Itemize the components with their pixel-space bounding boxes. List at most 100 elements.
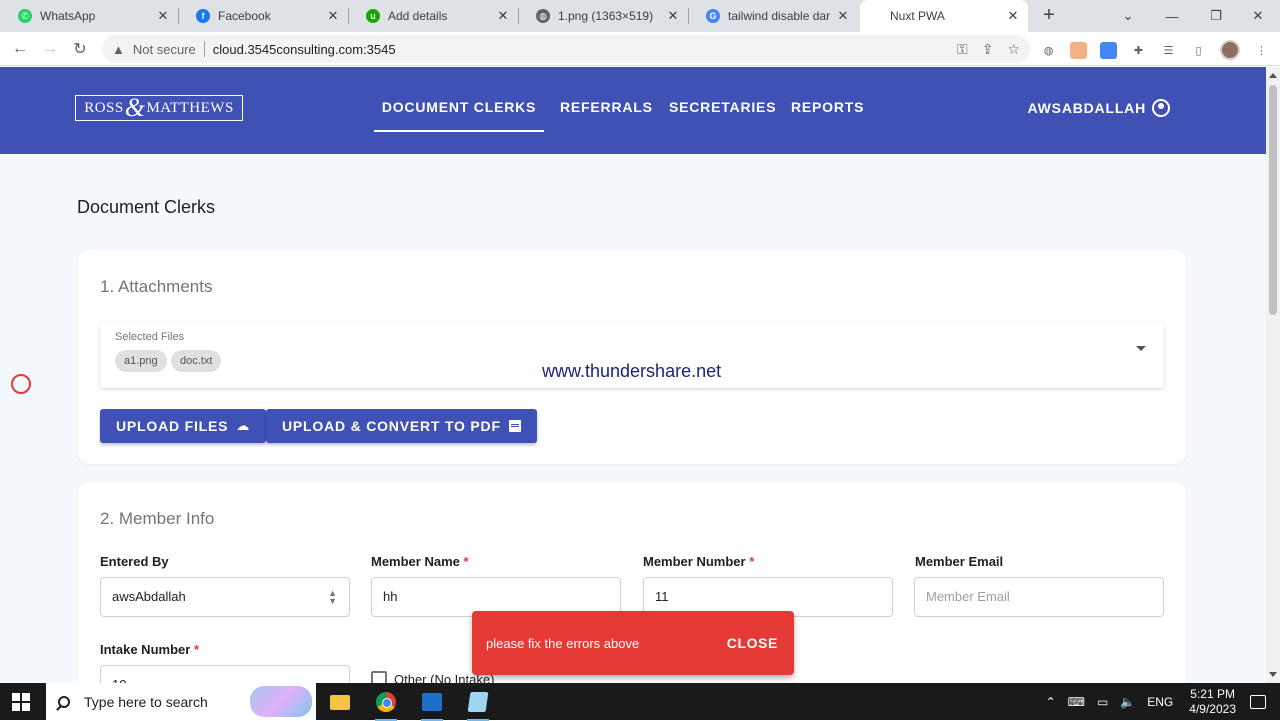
upload-convert-pdf-button[interactable]: UPLOAD & CONVERT TO PDF [266,409,537,443]
nav-document-clerks[interactable]: DOCUMENT CLERKS [374,99,544,132]
entered-by-label-text: Entered By [100,554,169,569]
entered-by-select[interactable]: awsAbdallah ▲ ▼ [100,577,350,617]
minimize-icon[interactable]: — [1150,0,1194,32]
tab-image[interactable]: ◍ 1.png (1363×519) ✕ [518,0,688,32]
share-icon[interactable]: ⇪ [982,41,994,58]
volume-icon[interactable]: 🔈 [1120,695,1135,709]
close-icon[interactable]: ✕ [666,8,680,24]
tab-title: 1.png (1363×519) [558,9,654,23]
taskbar-search-box[interactable]: Type here to search [46,683,316,720]
other-no-intake-checkbox[interactable] [371,671,387,683]
address-bar-actions: ⚿ ⇪ ☆ [957,41,1020,58]
close-icon[interactable]: ✕ [156,8,170,24]
window-close-icon[interactable]: ✕ [1236,0,1280,32]
app-header: ROSS & MATTHEWS DOCUMENT CLERKS REFERRAL… [0,67,1266,154]
windows-start-icon[interactable] [12,693,30,711]
close-icon[interactable]: ✕ [836,8,850,24]
tab-title: WhatsApp [40,9,96,23]
tab-whatsapp[interactable]: ✆ WhatsApp ✕ [0,0,178,32]
profile-avatar[interactable] [1220,40,1240,60]
scroll-up-arrow-icon[interactable] [1269,73,1277,78]
kebab-menu-icon[interactable]: ⋮ [1253,42,1270,59]
required-mark: * [193,642,199,657]
nav-referrals[interactable]: REFERRALS [560,99,653,132]
tray-chevron-up-icon[interactable]: ⌃ [1046,695,1056,709]
key-icon[interactable]: ⚿ [957,41,968,58]
reload-icon[interactable]: ↻ [69,38,91,60]
globe-icon: ◍ [536,9,550,23]
snackbar-close-button[interactable]: CLOSE [727,635,778,651]
taskbar-clock[interactable]: 5:21 PM 4/9/2023 [1189,687,1236,717]
pdf-icon [508,420,521,432]
upload-files-button[interactable]: UPLOAD FILES ☁ [100,409,267,443]
notepad-icon[interactable] [463,687,493,721]
security-label[interactable]: Not secure [133,42,196,57]
account-circle-icon [1152,99,1170,117]
address-bar[interactable]: ▲ Not secure cloud.3545consulting.com:35… [102,35,1030,63]
selected-files-label: Selected Files [115,331,185,343]
page-title: Document Clerks [77,197,216,217]
restore-icon[interactable]: ❐ [1194,0,1238,32]
reading-list-icon[interactable]: ☰ [1160,42,1177,59]
watermark-text: www.thundershare.net [542,361,722,381]
file-explorer-icon[interactable] [325,687,355,717]
member-email-input[interactable]: Member Email [914,577,1164,617]
new-tab-button[interactable]: + [1038,4,1060,26]
logo-ampersand: & [124,93,146,122]
close-icon[interactable]: ✕ [326,8,340,24]
globe-extension-icon[interactable]: ◍ [1040,42,1057,59]
ime-icon[interactable]: ⌨ [1068,695,1085,709]
tab-title: Nuxt PWA [890,9,945,23]
tab-nuxt-pwa[interactable]: Nuxt PWA ✕ [860,0,1028,32]
photos-icon[interactable] [417,687,447,721]
network-icon[interactable]: ▭ [1097,695,1108,709]
logo[interactable]: ROSS & MATTHEWS [75,95,243,121]
entered-by-label: Entered By [100,554,169,569]
dropdown-caret-icon[interactable] [1136,346,1146,351]
warning-icon[interactable]: ▲ [112,42,125,57]
back-arrow-icon[interactable]: ← [9,38,31,60]
system-tray: ⌃ ⌨ ▭ 🔈 ENG 5:21 PM 4/9/2023 [1040,683,1280,720]
nav-reports[interactable]: REPORTS [791,99,864,132]
tab-google-search[interactable]: G tailwind disable dark m ✕ [688,0,858,32]
chrome-icon[interactable] [371,687,401,721]
scroll-down-arrow-icon[interactable] [1269,672,1277,677]
required-mark: * [749,554,755,569]
upload-convert-label: UPLOAD & CONVERT TO PDF [282,418,501,434]
file-chip[interactable]: doc.txt [171,350,222,372]
page-viewport: ROSS & MATTHEWS DOCUMENT CLERKS REFERRAL… [0,67,1266,683]
tab-add-details[interactable]: u Add details ✕ [348,0,518,32]
url-text[interactable]: cloud.3545consulting.com:3545 [213,42,396,57]
cloud-upload-icon: ☁ [236,418,251,433]
click-indicator [11,374,31,394]
star-icon[interactable]: ☆ [1007,41,1020,58]
extension-icon[interactable] [1100,41,1117,59]
file-chip[interactable]: a1.png [115,350,167,372]
tab-facebook[interactable]: f Facebook ✕ [178,0,348,32]
puzzle-icon[interactable]: ✚ [1130,42,1147,59]
side-panel-icon[interactable]: ▯ [1190,42,1207,59]
search-icon [58,695,70,708]
windows-taskbar: Type here to search ⌃ ⌨ ▭ 🔈 ENG 5:21 PM … [0,683,1280,721]
user-menu[interactable]: AWSABDALLAH [1028,99,1170,117]
intake-number-input[interactable]: 10 [100,665,350,683]
member-name-label-text: Member Name [371,554,460,569]
extension-icon[interactable] [1070,41,1087,59]
tab-search-chevron-icon[interactable]: ⌄ [1106,0,1150,32]
close-icon[interactable]: ✕ [496,8,510,24]
forward-arrow-icon[interactable]: → [39,38,61,60]
notification-center-icon[interactable] [1250,694,1266,709]
page-scrollbar[interactable] [1266,67,1280,683]
member-number-label: Member Number * [643,554,754,569]
snackbar-message: please fix the errors above [486,636,640,651]
scrollbar-thumb[interactable] [1269,85,1277,315]
language-indicator[interactable]: ENG [1147,695,1173,709]
intake-number-label-text: Intake Number [100,642,191,657]
nav-secretaries[interactable]: SECRETARIES [669,99,776,132]
close-icon[interactable]: ✕ [1006,8,1020,24]
spinner-arrows-icon: ▲ ▼ [328,588,337,606]
required-mark: * [463,554,469,569]
url-divider [203,41,205,57]
upload-files-label: UPLOAD FILES [116,418,229,434]
logo-text-left: ROSS [84,99,124,116]
